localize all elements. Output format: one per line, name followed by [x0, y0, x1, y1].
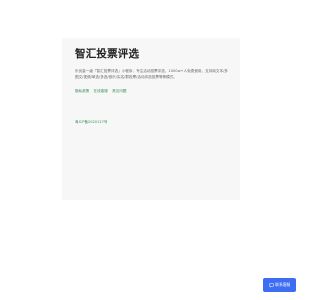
footer-links: 隐私政策 在线客服 常见问题	[75, 88, 228, 94]
link-privacy-policy[interactable]: 隐私政策	[75, 89, 89, 93]
page: 智汇投票评选 乐优量一级「智汇投票评选」小程序，专注活动投票评选，1000w+人…	[0, 0, 300, 300]
info-card: 智汇投票评选 乐优量一级「智汇投票评选」小程序，专注活动投票评选，1000w+人…	[62, 38, 240, 200]
chat-bubble-icon	[268, 283, 274, 288]
link-faq[interactable]: 常见问题	[112, 89, 126, 93]
contact-support-button[interactable]: 联系客服	[263, 278, 296, 292]
app-description: 乐优量一级「智汇投票评选」小程序，专注活动投票评选，1000w+人免费使用，支持…	[75, 69, 228, 80]
link-online-support[interactable]: 在线客服	[94, 89, 108, 93]
contact-support-label: 联系客服	[275, 282, 291, 287]
icp-license-link[interactable]: 粤ICP备2020127号	[75, 120, 108, 124]
page-title: 智汇投票评选	[75, 48, 140, 60]
